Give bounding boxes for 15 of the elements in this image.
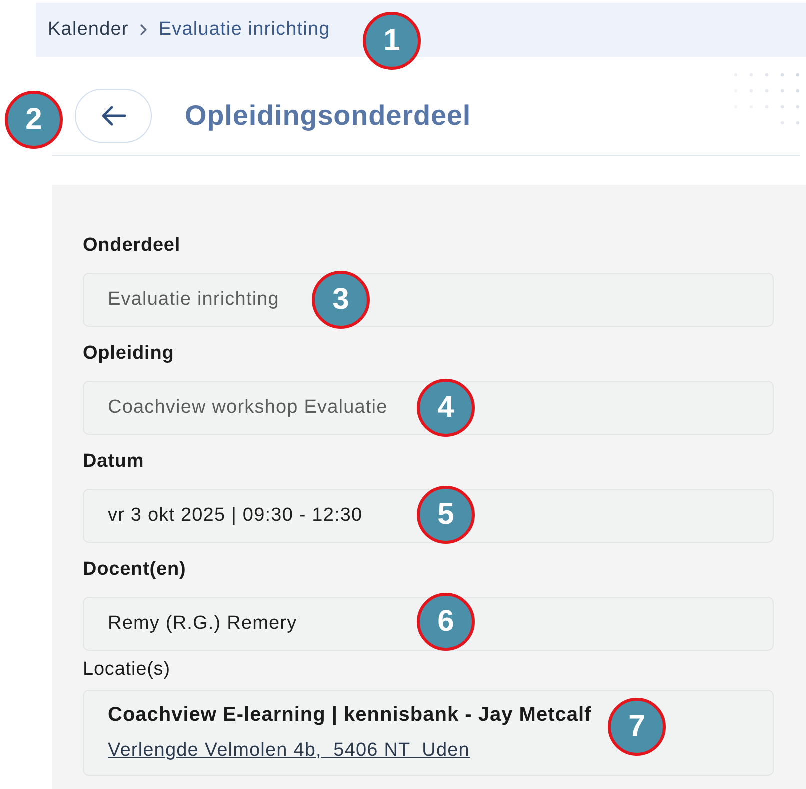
- address-link[interactable]: Verlengde Velmolen 4b, 5406 NT Uden: [108, 740, 470, 762]
- dot-grid-drawing: [734, 73, 800, 125]
- chevron-right-icon: [140, 24, 148, 36]
- field-label: Onderdeel: [83, 234, 181, 258]
- field-label: Locatie(s): [83, 658, 170, 682]
- back-button[interactable]: [75, 89, 152, 143]
- callout-badge: 2: [5, 91, 63, 149]
- location-name: Coachview E-learning | kennisbank - Jay Metcalf: [108, 704, 592, 726]
- field-label: Docent(en): [83, 558, 186, 582]
- breadcrumb-item[interactable]: Kalender: [48, 16, 129, 44]
- page-title: Opleidingsonderdeel: [185, 99, 472, 133]
- field-label: Datum: [83, 450, 144, 474]
- field-label: Opleiding: [83, 342, 174, 366]
- arrow-left-icon: [100, 105, 126, 127]
- breadcrumb-item[interactable]: Evaluatie inrichting: [158, 16, 330, 44]
